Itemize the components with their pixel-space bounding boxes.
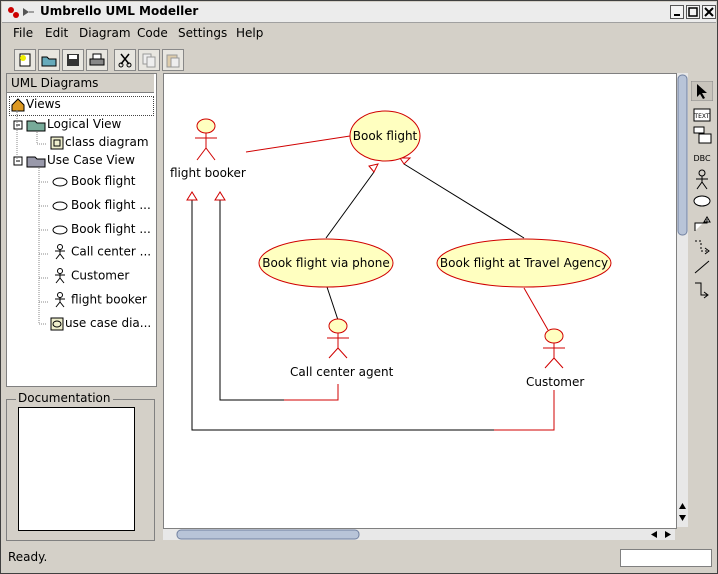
save-icon	[67, 54, 79, 66]
use-case-diagram: flight booker Call center agent Customer…	[170, 110, 612, 431]
association-line[interactable]	[523, 287, 549, 331]
main-window: Umbrello UML Modeller File Edit Diagram …	[0, 0, 718, 574]
dependency-icon	[695, 240, 710, 255]
generalization-arrowhead	[399, 157, 412, 165]
actor-customer[interactable]	[543, 328, 565, 369]
window-title: Umbrello UML Modeller	[40, 4, 199, 18]
dbc-icon: DBC	[693, 154, 711, 163]
usecase-book-flight[interactable]: Book flight	[349, 110, 421, 162]
actor-tool[interactable]	[691, 169, 713, 190]
status-bar: Ready.	[2, 545, 716, 573]
directed-association-tool[interactable]	[691, 279, 713, 299]
vertical-scrollbar[interactable]	[677, 73, 688, 527]
new-icon	[19, 53, 31, 67]
dependency-tool[interactable]	[691, 237, 713, 257]
close-button[interactable]	[702, 5, 716, 19]
maximize-button[interactable]	[686, 5, 700, 19]
usecase-icon	[693, 195, 711, 207]
arrow-pointer-icon	[690, 80, 714, 102]
generalization-line-segment	[494, 390, 555, 431]
generalization-tool[interactable]	[691, 213, 713, 233]
actor-flight-booker[interactable]	[195, 118, 217, 161]
horizontal-scrollbar[interactable]	[163, 529, 675, 540]
paste-icon	[166, 54, 180, 68]
copy-icon	[142, 53, 156, 68]
generalization-arrowhead	[368, 163, 379, 173]
documentation-textarea[interactable]	[18, 407, 135, 531]
vertical-scrollbar-graphic	[677, 73, 688, 527]
note-icon	[693, 126, 712, 144]
select-tool[interactable]	[690, 80, 714, 102]
menu-bar: File Edit Diagram Code Settings Help	[2, 23, 716, 43]
menu-help[interactable]: Help	[236, 26, 263, 40]
tree-lines	[16, 110, 49, 325]
cut-button[interactable]	[114, 49, 136, 71]
minimize-button[interactable]	[670, 5, 684, 19]
generalization-line[interactable]	[403, 163, 525, 239]
usecase-label: Book flight at Travel Agency	[440, 256, 608, 270]
documentation-label: Documentation	[16, 391, 113, 405]
actor-label: Customer	[526, 375, 584, 389]
maximize-icon	[688, 7, 698, 17]
tree-view: UML Diagrams Views Logical View class di…	[6, 73, 157, 387]
paste-button[interactable]	[162, 49, 184, 71]
copy-button[interactable]	[138, 49, 160, 71]
cut-icon	[118, 53, 132, 68]
actor-icon	[696, 169, 708, 190]
generalization-line[interactable]	[325, 171, 375, 239]
menu-file[interactable]: File	[13, 26, 33, 40]
close-icon	[704, 7, 714, 17]
new-button[interactable]	[14, 49, 36, 71]
usecase-label: Book flight via phone	[262, 256, 389, 270]
diagram-canvas[interactable]: flight booker Call center agent Customer…	[163, 73, 677, 529]
svg-text:DBC: DBC	[693, 154, 711, 163]
usecase-book-flight-via-phone[interactable]: Book flight via phone	[258, 238, 394, 288]
text-icon: TEXT	[693, 108, 711, 122]
menu-code[interactable]: Code	[137, 26, 168, 40]
menu-diagram[interactable]: Diagram	[79, 26, 131, 40]
menu-edit[interactable]: Edit	[45, 26, 68, 40]
status-text: Ready.	[8, 550, 48, 564]
toolbar	[2, 46, 716, 72]
svg-text:TEXT: TEXT	[693, 113, 709, 120]
usecase-tool[interactable]	[691, 193, 713, 213]
generalization-line[interactable]	[191, 192, 555, 431]
status-progress-box	[620, 549, 712, 567]
directed-association-icon	[695, 282, 709, 299]
open-icon	[41, 56, 57, 67]
save-button[interactable]	[62, 49, 84, 71]
association-line[interactable]	[245, 135, 351, 153]
note-tool[interactable]	[691, 125, 713, 145]
generalization-arrowhead	[186, 191, 198, 201]
print-icon	[89, 53, 105, 66]
actor-call-center-agent[interactable]	[327, 318, 349, 359]
actor-label: Call center agent	[290, 365, 394, 379]
association-line[interactable]	[325, 283, 339, 321]
generalization-icon	[694, 216, 711, 231]
open-button[interactable]	[38, 49, 60, 71]
app-icon	[8, 7, 34, 18]
generalization-arrowhead	[214, 191, 226, 201]
title-bar: Umbrello UML Modeller	[2, 2, 716, 23]
usecase-label: Book flight	[353, 129, 418, 143]
dbc-tool[interactable]: DBC	[691, 149, 713, 169]
horizontal-scrollbar-graphic	[163, 529, 675, 540]
print-button[interactable]	[86, 49, 108, 71]
association-line-icon	[694, 260, 710, 274]
minimize-icon	[674, 14, 680, 16]
documentation-pane: Documentation	[6, 391, 155, 541]
usecase-book-flight-at-travel-agency[interactable]: Book flight at Travel Agency	[436, 238, 612, 288]
actor-label: flight booker	[170, 166, 246, 180]
text-tool[interactable]: TEXT	[691, 105, 713, 125]
association-tool[interactable]	[691, 257, 713, 277]
generalization-line-segment	[284, 384, 339, 401]
menu-settings[interactable]: Settings	[178, 26, 227, 40]
